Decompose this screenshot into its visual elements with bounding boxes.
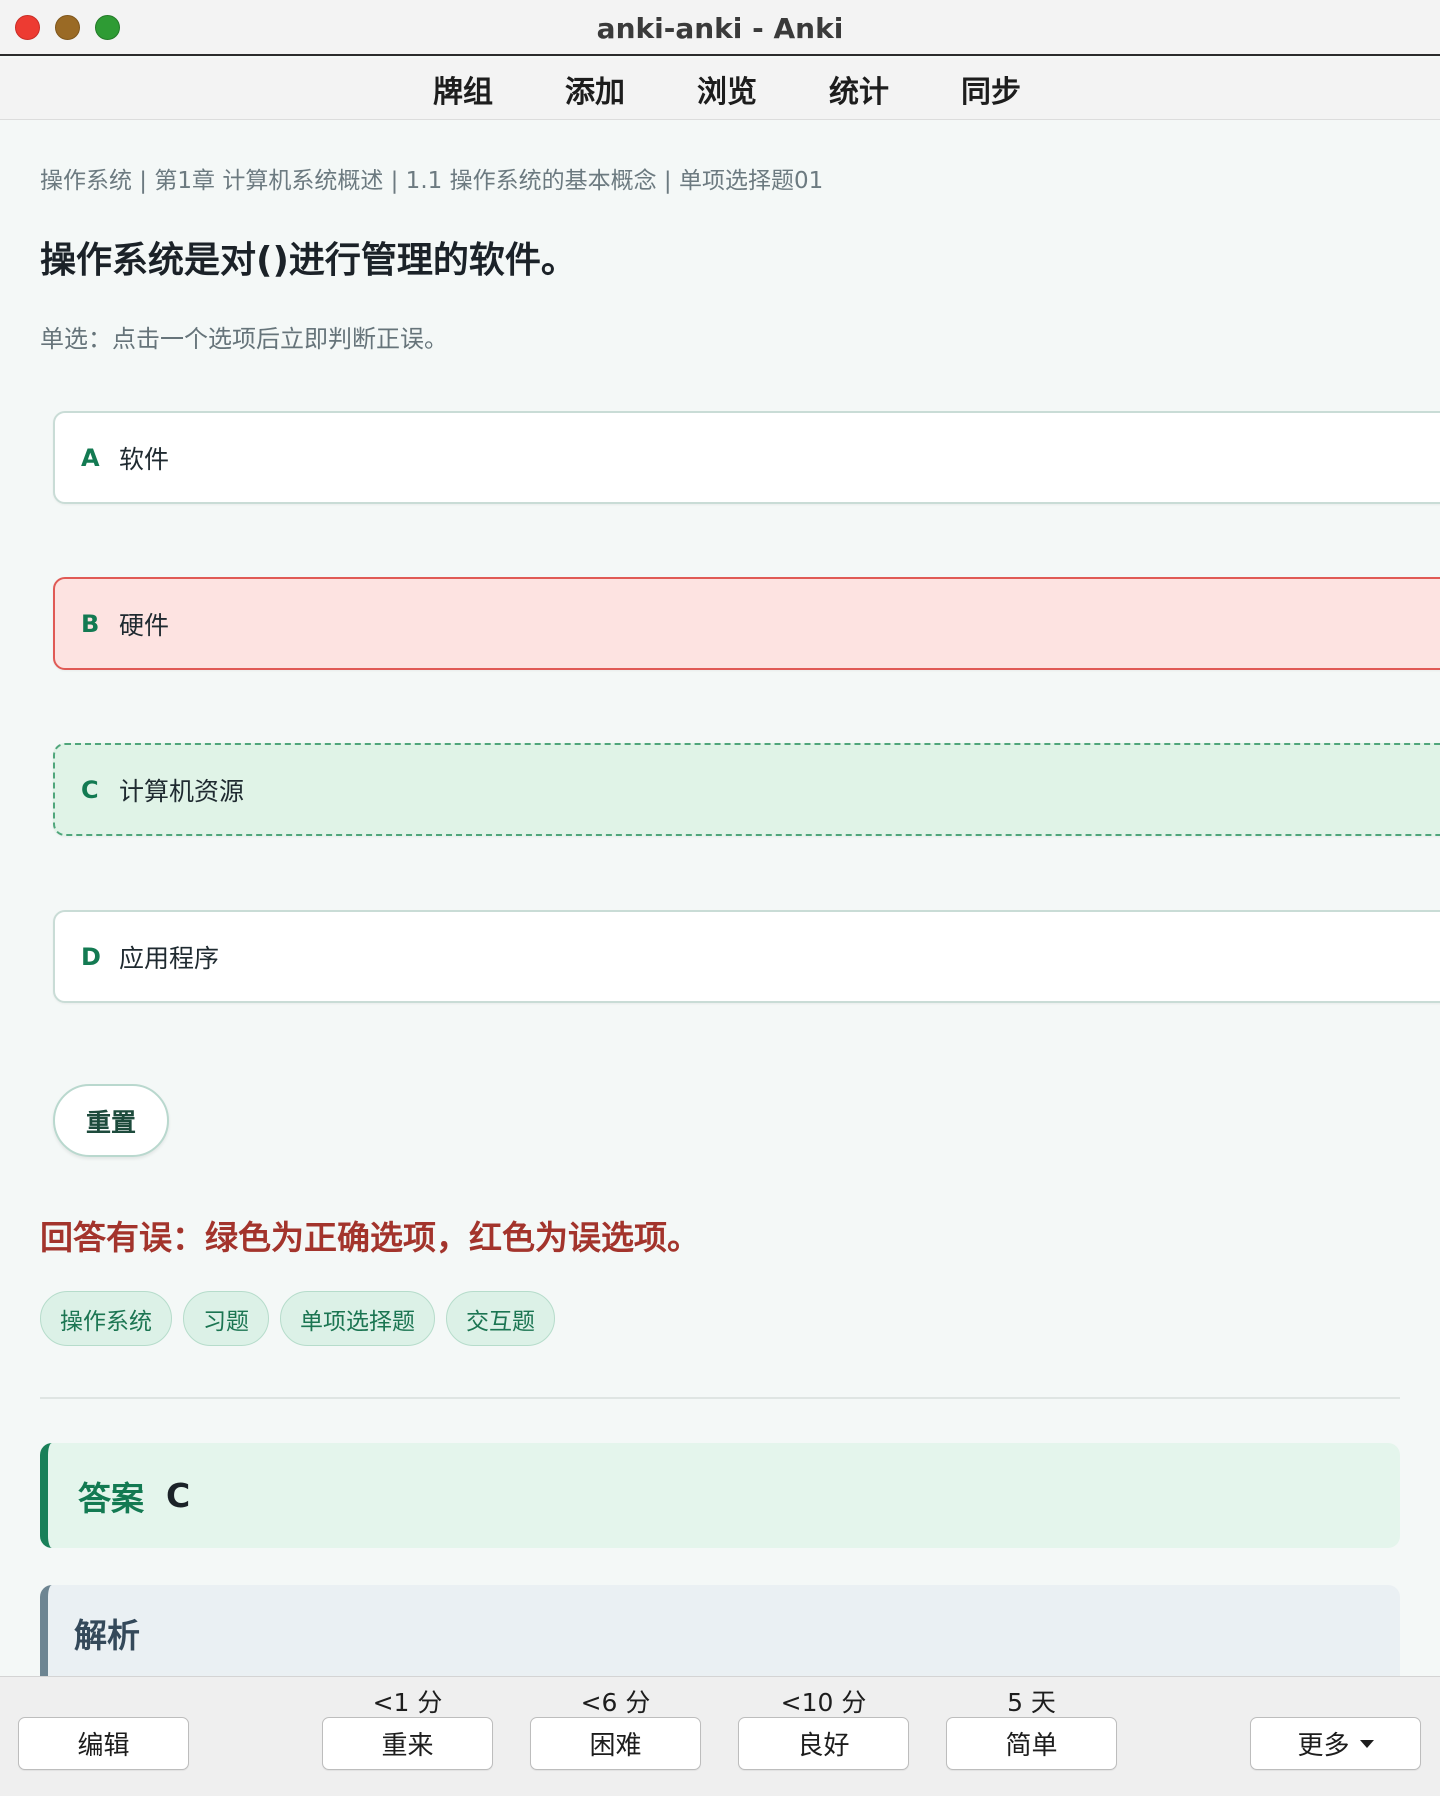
more-button[interactable]: 更多 <box>1250 1717 1421 1770</box>
option-d[interactable]: D 应用程序 <box>53 910 1440 1003</box>
option-text: 应用程序 <box>119 943 220 973</box>
nav-sync[interactable]: 同步 <box>947 67 1021 111</box>
main-toolbar: 牌组 添加 浏览 统计 同步 <box>0 58 1440 120</box>
interval-again: <1 分 <box>372 1688 443 1717</box>
window-title: anki-anki - Anki <box>596 12 844 45</box>
answer-value: C <box>166 1476 191 1515</box>
breadcrumb: 操作系统 | 第1章 计算机系统概述 | 1.1 操作系统的基本概念 | 单项选… <box>40 168 824 194</box>
nav-stats[interactable]: 统计 <box>815 67 889 111</box>
result-message: 回答有误：绿色为正确选项，红色为误选项。 <box>40 1218 700 1257</box>
option-a[interactable]: A 软件 <box>53 411 1440 504</box>
nav-decks[interactable]: 牌组 <box>419 67 493 111</box>
explanation-label: 解析 <box>74 1616 140 1655</box>
easy-button[interactable]: 简单 <box>946 1717 1117 1770</box>
question-hint: 单选：点击一个选项后立即判断正误。 <box>40 325 448 353</box>
interval-good: <10 分 <box>780 1688 867 1717</box>
tag: 习题 <box>183 1291 269 1346</box>
nav-add[interactable]: 添加 <box>551 67 625 111</box>
card-content: 操作系统 | 第1章 计算机系统概述 | 1.1 操作系统的基本概念 | 单项选… <box>0 121 1440 1676</box>
interval-easy: 5 天 <box>1007 1688 1056 1717</box>
option-text: 计算机资源 <box>119 776 245 806</box>
option-c[interactable]: C 计算机资源 <box>53 743 1440 836</box>
more-label: 更多 <box>1297 1731 1350 1761</box>
option-text: 软件 <box>119 444 170 474</box>
answer-label: 答案 <box>78 1478 144 1518</box>
tag-list: 操作系统 习题 单项选择题 交互题 <box>40 1291 555 1346</box>
tag: 操作系统 <box>40 1291 172 1346</box>
explanation-box: 解析 <box>40 1585 1400 1676</box>
answer-box: 答案 C <box>40 1443 1400 1548</box>
hard-button[interactable]: 困难 <box>530 1717 701 1770</box>
option-letter: A <box>81 443 100 472</box>
question-text: 操作系统是对()进行管理的软件。 <box>40 240 577 281</box>
tag: 单项选择题 <box>280 1291 435 1346</box>
edit-button[interactable]: 编辑 <box>18 1717 189 1770</box>
good-button[interactable]: 良好 <box>738 1717 909 1770</box>
review-bottom-bar: 编辑 <1 分 <6 分 <10 分 5 天 重来 困难 良好 简单 更多 <box>0 1676 1440 1796</box>
option-letter: C <box>81 775 99 804</box>
option-b[interactable]: B 硬件 <box>53 577 1440 670</box>
title-bar: anki-anki - Anki <box>0 0 1440 56</box>
reset-button[interactable]: 重置 <box>53 1084 169 1157</box>
nav-browse[interactable]: 浏览 <box>683 67 757 111</box>
interval-hard: <6 分 <box>580 1688 651 1717</box>
divider <box>40 1397 1400 1399</box>
chevron-down-icon <box>1359 1739 1374 1748</box>
again-button[interactable]: 重来 <box>322 1717 493 1770</box>
option-letter: B <box>81 609 100 638</box>
tag: 交互题 <box>446 1291 555 1346</box>
option-letter: D <box>81 942 101 971</box>
option-text: 硬件 <box>119 610 170 640</box>
